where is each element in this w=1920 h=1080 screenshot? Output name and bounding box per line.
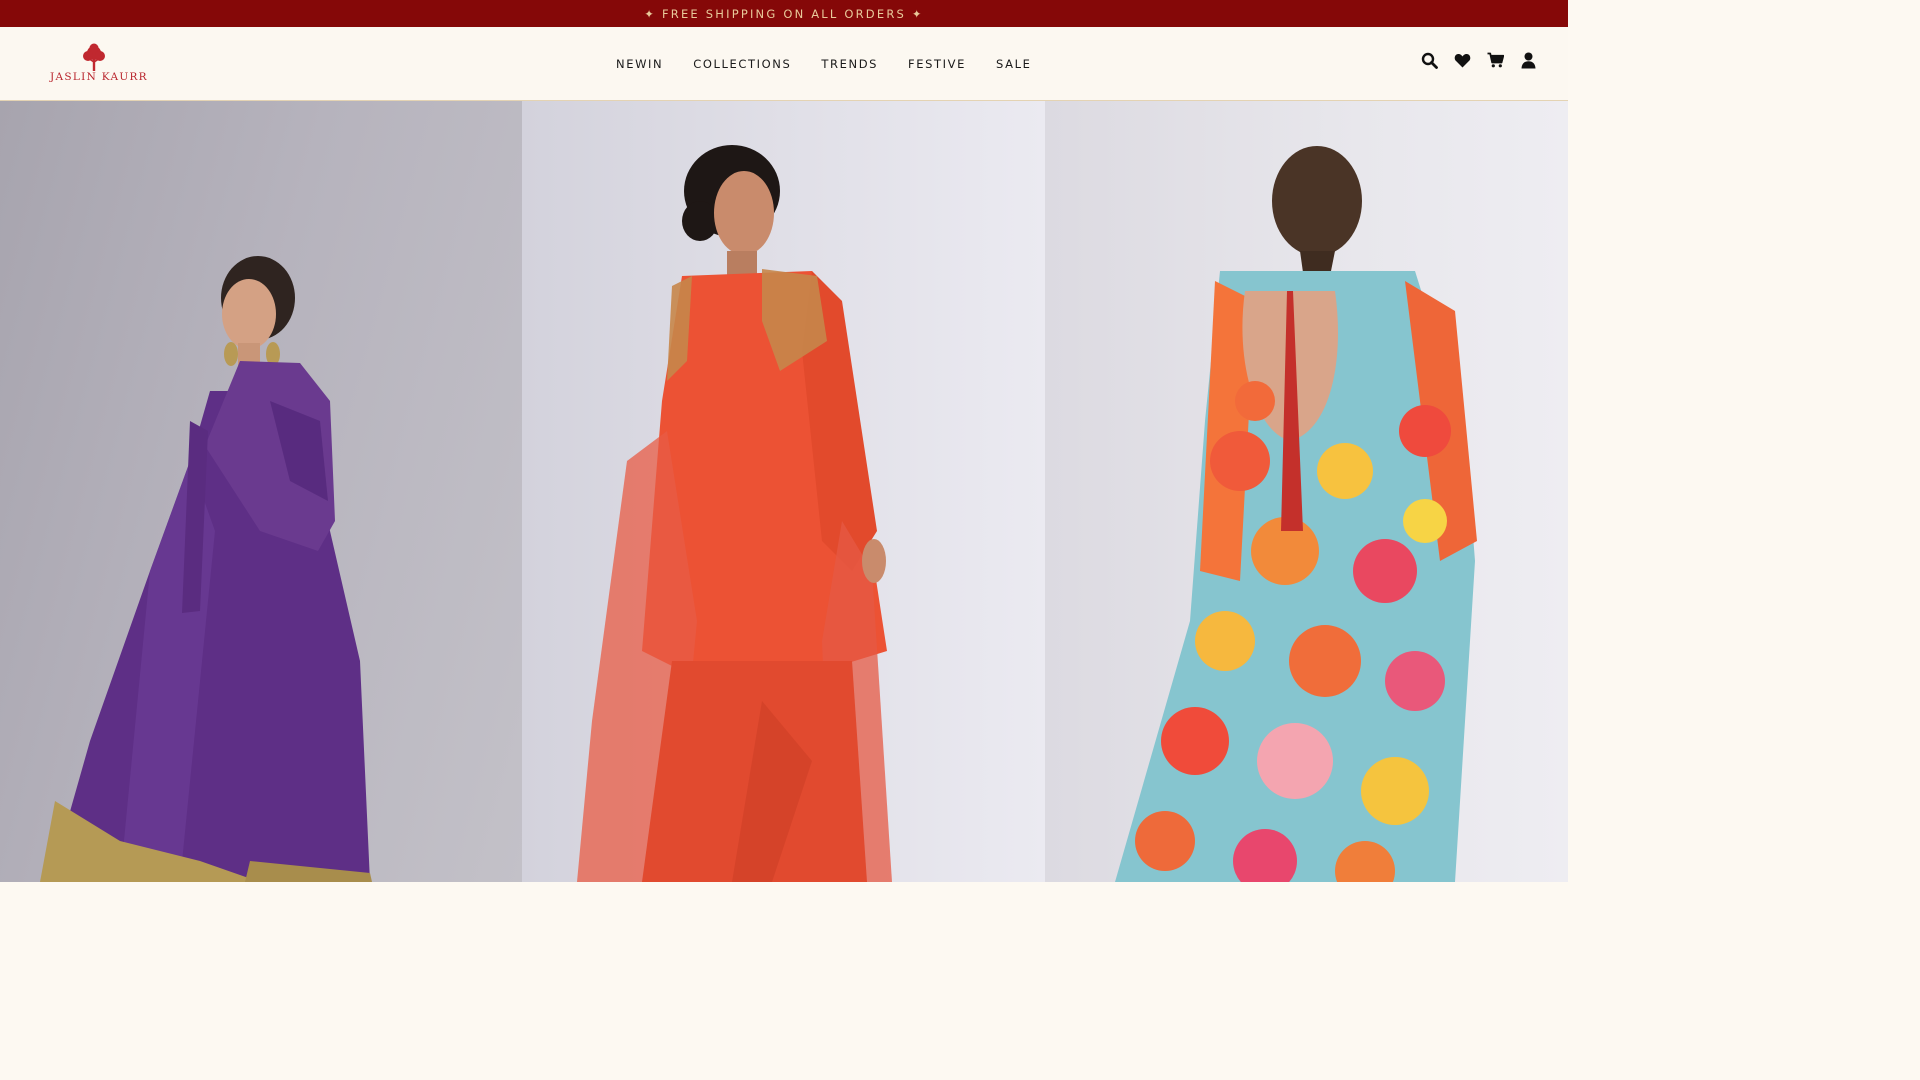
search-icon[interactable] — [1420, 49, 1439, 71]
nav-item-newin[interactable]: NEWIN — [601, 57, 678, 71]
announcement-text: ✦ FREE SHIPPING ON ALL ORDERS ✦ — [644, 6, 924, 21]
hero-image-floral-kaftan[interactable] — [1045, 101, 1568, 882]
hero-image-purple-anarkali[interactable] — [0, 101, 522, 882]
cart-icon[interactable] — [1486, 49, 1505, 71]
hero-gallery — [0, 101, 1568, 882]
account-icon[interactable] — [1519, 49, 1538, 71]
wishlist-heart-icon[interactable] — [1453, 49, 1472, 71]
tree-logo-icon — [83, 43, 105, 71]
nav-item-trends[interactable]: TRENDS — [806, 57, 893, 71]
brand-logo[interactable]: JASLIN KAURR — [50, 43, 148, 83]
nav-item-sale[interactable]: SALE — [981, 57, 1046, 71]
brand-wordmark: JASLIN KAURR — [50, 71, 148, 83]
header-actions — [1420, 49, 1538, 71]
hero-image-coral-kurta-set[interactable] — [522, 101, 1045, 882]
announcement-bar: ✦ FREE SHIPPING ON ALL ORDERS ✦ — [0, 0, 1568, 27]
site-header: JASLIN KAURR NEWIN COLLECTIONS TRENDS FE… — [0, 27, 1568, 101]
main-nav: NEWIN COLLECTIONS TRENDS FESTIVE SALE — [601, 27, 1046, 101]
nav-item-collections[interactable]: COLLECTIONS — [678, 57, 806, 71]
nav-item-festive[interactable]: FESTIVE — [893, 57, 981, 71]
